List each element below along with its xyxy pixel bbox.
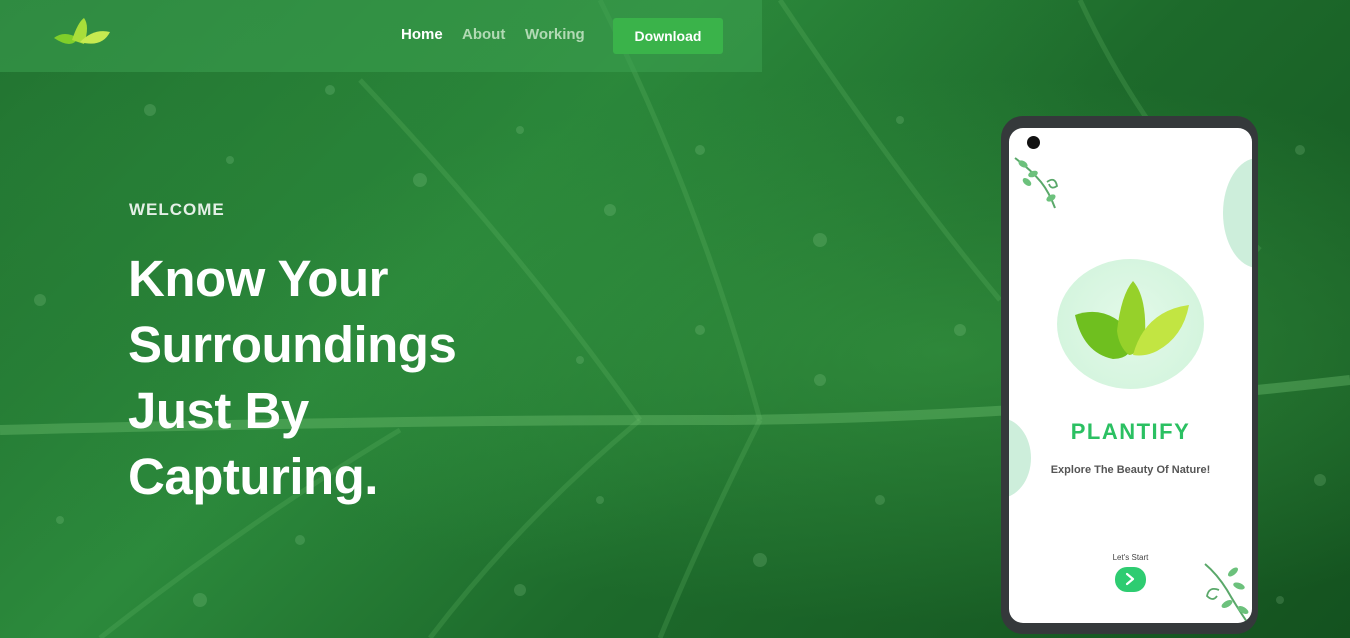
hero-headline: Know Your Surroundings Just By Capturing… [128,246,568,510]
app-leaf-logo-icon [1075,281,1189,359]
headline-line: Capturing. [128,448,378,505]
lets-start-button[interactable] [1115,567,1146,592]
decorative-blob [1223,158,1252,268]
app-title: PLANTIFY [1070,419,1191,444]
camera-icon [1027,136,1040,149]
vine-decoration-icon [1204,563,1249,623]
headline-line: Surroundings [128,316,457,373]
chevron-right-icon [1125,572,1135,586]
leaf-logo-icon[interactable] [50,16,112,56]
app-subtitle: Explore The Beauty Of Nature! [1050,464,1211,476]
nav-link-about[interactable]: About [462,26,505,43]
phone-screen: PLANTIFY Explore The Beauty Of Nature! L… [1009,128,1252,623]
nav-link-working[interactable]: Working [525,26,585,43]
app-logo-circle [1057,259,1204,389]
nav-link-home[interactable]: Home [401,26,443,43]
download-button[interactable]: Download [613,18,723,54]
welcome-label: WELCOME [129,200,225,219]
headline-line: Know Your [128,250,388,307]
vine-decoration-icon [1014,157,1059,209]
phone-mockup: PLANTIFY Explore The Beauty Of Nature! L… [1001,116,1258,634]
headline-line: Just By [128,382,309,439]
top-navbar: Home About Working Download [0,0,762,72]
